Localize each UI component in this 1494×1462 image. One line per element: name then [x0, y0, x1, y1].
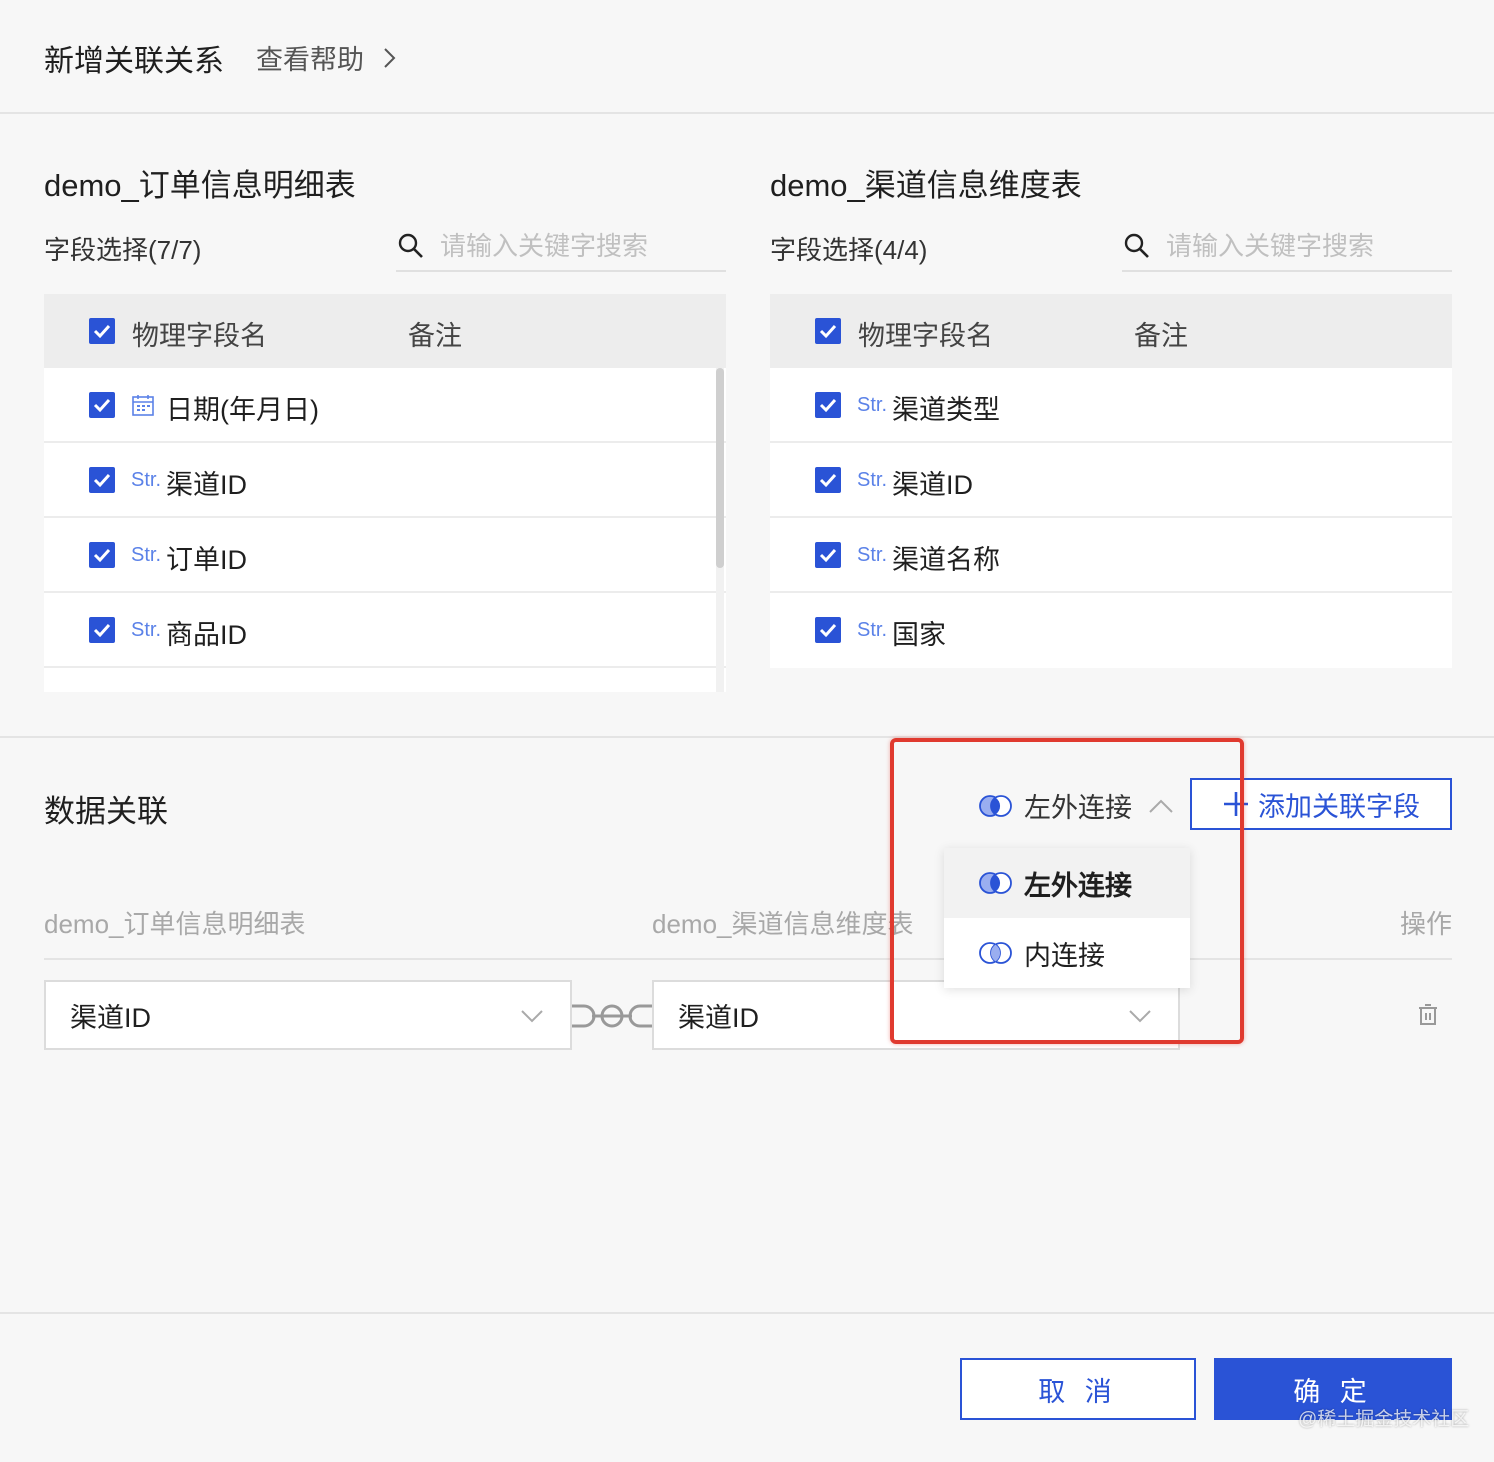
field-name: 渠道ID [166, 470, 247, 500]
row-checkbox[interactable] [815, 542, 841, 568]
column-header-action: 操作 [1400, 909, 1453, 939]
field-name: 渠道ID [892, 470, 973, 500]
search-icon [1124, 233, 1149, 258]
string-type-icon: Str. [857, 394, 888, 416]
right-field-table: 物理字段名 备注 Str. 渠道类型 Str. 渠道ID Str. 渠道名称 S… [770, 294, 1452, 668]
column-header-field-name: 物理字段名 [858, 321, 993, 351]
table-row-partial[interactable] [44, 668, 726, 692]
table-row[interactable]: Str. 渠道名称 [770, 518, 1452, 593]
column-header-remark: 备注 [408, 321, 462, 351]
table-row[interactable]: Str. 商品ID [44, 593, 726, 668]
table-row[interactable]: 日期(年月日) [44, 368, 726, 443]
search-icon [398, 233, 423, 258]
table-row[interactable]: Str. 订单ID [44, 518, 726, 593]
table-row[interactable]: Str. 渠道ID [770, 443, 1452, 518]
right-table-title: demo_渠道信息维度表 [770, 168, 1082, 203]
column-header-left-table: demo_订单信息明细表 [44, 909, 306, 939]
calendar-icon [132, 395, 154, 416]
string-type-icon: Str. [131, 544, 162, 566]
help-link[interactable]: 查看帮助 [256, 38, 400, 77]
chevron-down-icon [1129, 1010, 1151, 1023]
add-relation-field-label: 添加关联字段 [1258, 791, 1420, 822]
select-all-checkbox[interactable] [89, 318, 115, 344]
left-search-input[interactable] [440, 230, 720, 262]
field-name: 订单ID [166, 545, 247, 575]
string-type-icon: Str. [857, 469, 888, 491]
scrollbar-thumb[interactable] [716, 368, 724, 568]
row-checkbox[interactable] [815, 467, 841, 493]
string-type-icon: Str. [857, 544, 888, 566]
table-row[interactable]: Str. 渠道ID [44, 443, 726, 518]
left-field-value: 渠道ID [70, 1002, 151, 1033]
column-header-right-table: demo_渠道信息维度表 [652, 909, 914, 939]
left-field-select[interactable]: 渠道ID [44, 980, 572, 1050]
row-checkbox[interactable] [815, 617, 841, 643]
left-field-select-label: 字段选择(7/7) [44, 235, 202, 265]
right-field-select-label: 字段选择(4/4) [770, 235, 928, 265]
table-row[interactable]: Str. 渠道类型 [770, 368, 1452, 443]
string-type-icon: Str. [131, 469, 162, 491]
inner-join-icon [979, 942, 1012, 964]
left-field-table: 物理字段名 备注 日期(年月日) Str. 渠道ID Str. 订单ID Str… [44, 294, 726, 692]
join-type-select[interactable]: 左外连接 [978, 786, 1174, 825]
dropdown-option-inner-join[interactable]: 内连接 [944, 918, 1190, 988]
column-header-remark: 备注 [1134, 321, 1188, 351]
right-field-select[interactable]: 渠道ID [652, 980, 1180, 1050]
row-checkbox[interactable] [815, 392, 841, 418]
column-divider [44, 958, 1452, 960]
row-checkbox[interactable] [89, 542, 115, 568]
plus-icon [1224, 792, 1248, 816]
left-search [396, 222, 726, 272]
dropdown-option-label: 左外连接 [1024, 870, 1132, 901]
column-header-field-name: 物理字段名 [132, 321, 267, 351]
row-checkbox[interactable] [89, 617, 115, 643]
row-checkbox[interactable] [89, 392, 115, 418]
string-type-icon: Str. [857, 619, 888, 641]
field-name: 渠道名称 [892, 545, 1000, 575]
left-table-header: 物理字段名 备注 [44, 294, 726, 368]
right-search [1122, 222, 1452, 272]
table-row[interactable]: Str. 国家 [770, 593, 1452, 668]
join-type-dropdown: 左外连接 内连接 [944, 848, 1190, 988]
chevron-right-icon [384, 47, 396, 68]
field-name: 商品ID [166, 620, 247, 650]
right-field-value: 渠道ID [678, 1002, 759, 1033]
left-join-icon [979, 872, 1012, 894]
field-name: 日期(年月日) [166, 395, 319, 425]
footer-divider [0, 1312, 1494, 1314]
section-divider [0, 736, 1494, 738]
field-name: 渠道类型 [892, 395, 1000, 425]
left-join-icon [979, 794, 1012, 817]
help-link-label: 查看帮助 [256, 45, 364, 75]
link-chain-icon [572, 1004, 652, 1028]
field-name: 国家 [892, 620, 946, 650]
dropdown-option-label: 内连接 [1024, 940, 1105, 971]
relation-section-title: 数据关联 [44, 794, 168, 829]
delete-icon[interactable] [1418, 1004, 1438, 1026]
add-relation-field-button[interactable]: 添加关联字段 [1190, 778, 1452, 830]
left-table-title: demo_订单信息明细表 [44, 168, 356, 203]
chevron-up-icon [1149, 799, 1173, 813]
string-type-icon: Str. [131, 619, 162, 641]
cancel-button[interactable]: 取 消 [960, 1358, 1196, 1420]
watermark: @稀土掘金技术社区 [1298, 1409, 1470, 1430]
row-checkbox[interactable] [89, 467, 115, 493]
select-all-checkbox[interactable] [815, 318, 841, 344]
right-table-header: 物理字段名 备注 [770, 294, 1452, 368]
dropdown-option-left-join[interactable]: 左外连接 [944, 848, 1190, 918]
join-type-label: 左外连接 [1024, 793, 1132, 823]
dialog-title: 新增关联关系 [44, 45, 224, 78]
chevron-down-icon [521, 1010, 543, 1023]
dialog-header: 新增关联关系 查看帮助 [0, 0, 1494, 114]
right-search-input[interactable] [1166, 230, 1446, 262]
